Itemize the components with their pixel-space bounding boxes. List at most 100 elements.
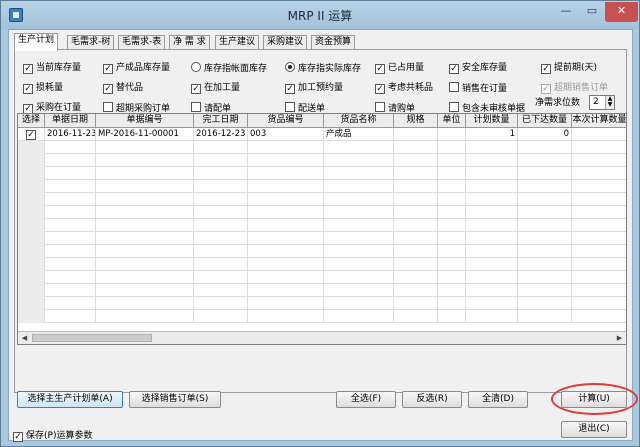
empty-cell[interactable]: [466, 271, 518, 284]
invert-selection-button[interactable]: 反选(R): [402, 391, 462, 408]
checkbox-icon[interactable]: [449, 102, 459, 112]
checkbox-icon[interactable]: ✓: [23, 64, 33, 74]
empty-cell[interactable]: [518, 297, 572, 310]
checkbox-icon[interactable]: ✓: [191, 84, 201, 94]
table-row[interactable]: [18, 245, 626, 258]
close-button[interactable]: ✕: [605, 2, 638, 22]
empty-cell[interactable]: [394, 258, 438, 271]
empty-cell[interactable]: [194, 232, 248, 245]
empty-cell[interactable]: [394, 180, 438, 193]
empty-cell[interactable]: [45, 297, 96, 310]
empty-cell[interactable]: [324, 167, 394, 180]
empty-cell[interactable]: [248, 232, 324, 245]
empty-cell[interactable]: [466, 193, 518, 206]
empty-cell[interactable]: [518, 219, 572, 232]
col-header-plan-qty[interactable]: 计划数量: [466, 114, 518, 128]
table-row[interactable]: ✓ 2016-11-23 MP-2016-11-00001 2016-12-23…: [18, 128, 626, 141]
empty-cell[interactable]: [96, 258, 194, 271]
empty-cell[interactable]: [438, 297, 466, 310]
empty-cell[interactable]: [438, 232, 466, 245]
empty-cell[interactable]: [194, 297, 248, 310]
empty-cell[interactable]: [518, 232, 572, 245]
empty-cell[interactable]: [324, 258, 394, 271]
empty-cell[interactable]: [394, 219, 438, 232]
empty-cell[interactable]: [572, 167, 626, 180]
save-params-option[interactable]: ✓ 保存(P)运算参数: [13, 430, 92, 443]
checkbox-icon[interactable]: ✓: [23, 84, 33, 94]
empty-cell[interactable]: [248, 154, 324, 167]
empty-cell[interactable]: [518, 271, 572, 284]
tab-gross-req-tree[interactable]: 毛需求-树: [67, 35, 115, 50]
col-header-calc-qty[interactable]: 本次计算数量: [572, 114, 626, 128]
empty-cell[interactable]: [572, 141, 626, 154]
empty-cell[interactable]: [18, 167, 45, 180]
col-header-item-name[interactable]: 货品名称: [324, 114, 394, 128]
empty-cell[interactable]: [248, 167, 324, 180]
checkbox-icon[interactable]: [103, 102, 113, 112]
opt-process-reserved[interactable]: ✓ 加工预约量: [285, 82, 343, 95]
table-row[interactable]: [18, 297, 626, 310]
table-row[interactable]: [18, 206, 626, 219]
empty-cell[interactable]: [572, 193, 626, 206]
opt-substitute[interactable]: ✓ 替代品: [103, 82, 143, 95]
tab-net-req[interactable]: 净 需 求: [169, 35, 210, 50]
checkbox-icon[interactable]: ✓: [375, 64, 385, 74]
empty-cell[interactable]: [194, 219, 248, 232]
empty-cell[interactable]: [248, 206, 324, 219]
select-mps-button[interactable]: 选择主生产计划单(A): [17, 391, 123, 408]
empty-cell[interactable]: [394, 232, 438, 245]
empty-cell[interactable]: [248, 141, 324, 154]
opt-occupied[interactable]: ✓ 已占用量: [375, 62, 424, 75]
empty-cell[interactable]: [18, 219, 45, 232]
empty-cell[interactable]: [96, 141, 194, 154]
empty-cell[interactable]: [324, 206, 394, 219]
empty-cell[interactable]: [45, 284, 96, 297]
empty-cell[interactable]: [324, 297, 394, 310]
empty-cell[interactable]: [96, 219, 194, 232]
empty-cell[interactable]: [466, 258, 518, 271]
empty-cell[interactable]: [438, 219, 466, 232]
cell-calc-qty[interactable]: [572, 128, 626, 141]
empty-cell[interactable]: [394, 141, 438, 154]
checkbox-icon[interactable]: [449, 82, 459, 92]
empty-cell[interactable]: [572, 310, 626, 323]
empty-cell[interactable]: [45, 245, 96, 258]
cell-doc-no[interactable]: MP-2016-11-00001: [96, 128, 194, 141]
empty-cell[interactable]: [18, 284, 45, 297]
empty-cell[interactable]: [194, 245, 248, 258]
empty-cell[interactable]: [572, 258, 626, 271]
table-row[interactable]: [18, 271, 626, 284]
empty-cell[interactable]: [194, 167, 248, 180]
empty-cell[interactable]: [394, 284, 438, 297]
empty-cell[interactable]: [194, 180, 248, 193]
opt-sales-on-order[interactable]: 销售在订量: [449, 82, 507, 95]
minimize-button[interactable]: —: [553, 2, 579, 22]
spin-arrows[interactable]: ▲ ▼: [605, 96, 614, 109]
checkbox-icon[interactable]: [375, 102, 385, 112]
empty-cell[interactable]: [518, 180, 572, 193]
checkbox-icon[interactable]: ✓: [541, 64, 551, 74]
empty-cell[interactable]: [394, 271, 438, 284]
empty-cell[interactable]: [248, 193, 324, 206]
opt-lead-time[interactable]: ✓ 提前期(天): [541, 62, 597, 75]
empty-cell[interactable]: [194, 258, 248, 271]
empty-cell[interactable]: [96, 193, 194, 206]
empty-cell[interactable]: [248, 271, 324, 284]
checkbox-icon[interactable]: [191, 102, 201, 112]
scroll-thumb[interactable]: [32, 334, 152, 342]
empty-cell[interactable]: [96, 245, 194, 258]
empty-cell[interactable]: [394, 167, 438, 180]
table-row[interactable]: [18, 219, 626, 232]
empty-cell[interactable]: [466, 206, 518, 219]
col-header-doc-no[interactable]: 单据编号: [96, 114, 194, 128]
empty-cell[interactable]: [96, 206, 194, 219]
empty-cell[interactable]: [438, 167, 466, 180]
empty-cell[interactable]: [18, 245, 45, 258]
empty-cell[interactable]: [194, 154, 248, 167]
empty-cell[interactable]: [466, 297, 518, 310]
empty-cell[interactable]: [466, 232, 518, 245]
empty-cell[interactable]: [438, 154, 466, 167]
empty-cell[interactable]: [18, 141, 45, 154]
empty-cell[interactable]: [18, 258, 45, 271]
table-row[interactable]: [18, 232, 626, 245]
